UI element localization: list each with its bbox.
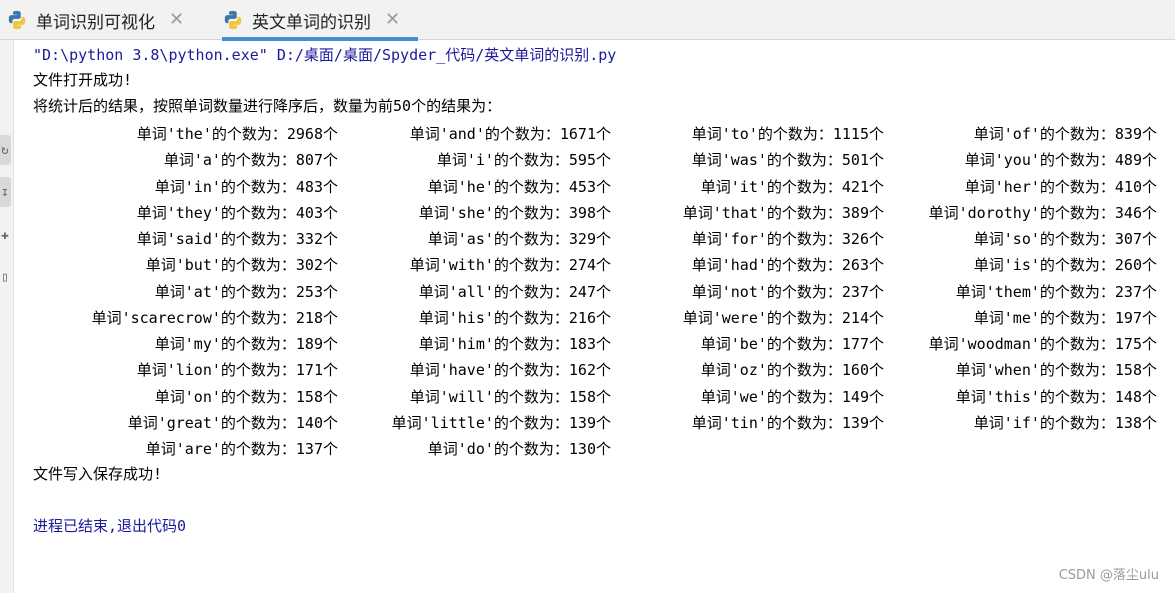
result-row: 单词'are'的个数为：137个 单词'do'的个数为：130个 xyxy=(33,436,1133,462)
word-count-result: 单词'dorothy'的个数为：346个 xyxy=(928,203,1157,222)
word-count-result: 单词'them'的个数为：237个 xyxy=(955,282,1157,301)
word-count-result: 单词'that'的个数为：389个 xyxy=(682,203,884,222)
word-count-result: 单词'the'的个数为：2968个 xyxy=(136,125,338,143)
watermark: CSDN @落尘ulu xyxy=(1058,568,1159,583)
word-count-result: 单词'have'的个数为：162个 xyxy=(409,361,611,380)
word-count-result: 单词'will'的个数为：158个 xyxy=(409,387,611,406)
word-count-result: 单词'do'的个数为：130个 xyxy=(427,440,611,458)
result-row: 单词'scarecrow'的个数为：218个 单词'his'的个数为：216个 单词… xyxy=(33,305,1157,331)
result-row: 单词'in'的个数为：483个 单词'he'的个数为：453个 单词'it'的个数为… xyxy=(33,174,1157,200)
word-count-result: 单词'if'的个数为：138个 xyxy=(973,413,1157,432)
word-count-result: 单词'scarecrow'的个数为：218个 xyxy=(91,308,338,327)
pin-icon[interactable]: ✚ xyxy=(0,220,11,250)
word-count-result: 单词'he'的个数为：453个 xyxy=(427,177,611,196)
scroll-to-end-icon[interactable]: ↧ xyxy=(0,177,11,207)
results-intro: 将统计后的结果，按照单词数量进行降序后，数量为前50个的结果为： xyxy=(33,97,502,115)
word-count-result: 单词'are'的个数为：137个 xyxy=(145,440,338,458)
word-count-result: 单词'woodman'的个数为：175个 xyxy=(928,335,1157,353)
word-count-result: 单词'at'的个数为：253个 xyxy=(154,282,338,301)
word-count-result: 单词'this'的个数为：148个 xyxy=(955,387,1157,406)
result-row: 单词'said'的个数为：332个 单词'as'的个数为：329个 单词'for'的… xyxy=(33,226,1157,252)
word-count-result: 单词'and'的个数为：1671个 xyxy=(409,125,611,143)
close-icon[interactable]: ✕ xyxy=(385,11,400,29)
word-count-result: 单词'all'的个数为：247个 xyxy=(418,282,611,301)
word-count-result: 单词'you'的个数为：489个 xyxy=(964,151,1157,170)
word-count-result: 单词'be'的个数为：177个 xyxy=(700,335,884,353)
word-count-result: 单词'i'的个数为：595个 xyxy=(436,151,611,170)
result-row: 单词'my'的个数为：189个 单词'him'的个数为：183个 单词'be'的个数… xyxy=(33,331,1157,357)
word-count-result: 单词'but'的个数为：302个 xyxy=(145,256,338,275)
word-count-result: 单词'in'的个数为：483个 xyxy=(154,177,338,196)
delete-icon[interactable]: ▯ xyxy=(0,262,11,292)
word-count-result: 单词'little'的个数为：139个 xyxy=(391,413,611,432)
result-row: 单词'lion'的个数为：171个 单词'have'的个数为：162个 单词'oz'… xyxy=(33,357,1157,383)
word-count-result: 单词'not'的个数为：237个 xyxy=(691,282,884,301)
word-count-result: 单词'when'的个数为：158个 xyxy=(955,361,1157,380)
word-count-result: 单词'it'的个数为：421个 xyxy=(700,177,884,196)
save-success-message: 文件写入保存成功! xyxy=(33,465,163,483)
word-count-result: 单词'to'的个数为：1115个 xyxy=(691,125,884,143)
rerun-icon[interactable]: ↻ xyxy=(0,135,11,165)
word-count-result: 单词'was'的个数为：501个 xyxy=(691,151,884,170)
word-count-result: 单词'they'的个数为：403个 xyxy=(136,203,338,222)
result-row: 单词'they'的个数为：403个 单词'she'的个数为：398个 单词'that… xyxy=(33,200,1157,226)
word-count-result: 单词'my'的个数为：189个 xyxy=(154,335,338,353)
result-row: 单词'but'的个数为：302个 单词'with'的个数为：274个 单词'had'… xyxy=(33,252,1157,278)
tab-word-recognition-visualization[interactable]: 单词识别可视化 ✕ xyxy=(6,0,196,40)
word-count-result: 单词'tin'的个数为：139个 xyxy=(691,413,884,432)
editor-tab-bar: 单词识别可视化 ✕ 英文单词的识别 ✕ xyxy=(0,0,1175,41)
word-count-result: 单词'had'的个数为：263个 xyxy=(691,256,884,275)
process-exit-message: 进程已结束,退出代码0 xyxy=(33,517,187,535)
word-count-result: 单词'for'的个数为：326个 xyxy=(691,230,884,248)
word-count-result: 单词'him'的个数为：183个 xyxy=(418,335,611,353)
tab-label: 单词识别可视化 xyxy=(36,12,155,33)
python-icon xyxy=(8,10,26,30)
word-count-result: 单词'lion'的个数为：171个 xyxy=(136,361,338,380)
tab-label: 英文单词的识别 xyxy=(252,12,371,33)
result-row: 单词'great'的个数为：140个 单词'little'的个数为：139个 单词'… xyxy=(33,410,1157,436)
word-count-result: 单词'on'的个数为：158个 xyxy=(154,387,338,406)
run-toolbar-gutter: ↻ ↧ ✚ ▯ xyxy=(0,40,14,593)
word-count-result: 单词'as'的个数为：329个 xyxy=(427,230,611,248)
result-row: 单词'the'的个数为：2968个 单词'and'的个数为：1671个 单词'to'… xyxy=(33,121,1157,147)
word-count-result: 单词'his'的个数为：216个 xyxy=(418,308,611,327)
word-count-result: 单词'oz'的个数为：160个 xyxy=(700,361,884,380)
word-count-result: 单词'her'的个数为：410个 xyxy=(964,177,1157,196)
word-count-result: 单词'we'的个数为：149个 xyxy=(700,387,884,406)
word-count-result: 单词'great'的个数为：140个 xyxy=(127,413,338,432)
command-line: "D:\python 3.8\python.exe" D:/桌面/桌面/Spyd… xyxy=(33,46,617,64)
close-icon[interactable]: ✕ xyxy=(169,11,184,29)
word-count-result: 单词'me'的个数为：197个 xyxy=(973,308,1157,327)
word-count-result: 单词'she'的个数为：398个 xyxy=(418,203,611,222)
python-icon xyxy=(224,10,242,30)
tab-english-word-recognition[interactable]: 英文单词的识别 ✕ xyxy=(222,0,418,41)
word-count-result: 单词'of'的个数为：839个 xyxy=(973,125,1157,143)
word-count-result: 单词'with'的个数为：274个 xyxy=(409,256,611,275)
word-count-result: 单词'said'的个数为：332个 xyxy=(136,230,338,248)
word-count-result: 单词'is'的个数为：260个 xyxy=(973,256,1157,275)
open-success-message: 文件打开成功! xyxy=(33,71,133,89)
word-count-result: 单词'a'的个数为：807个 xyxy=(163,151,338,170)
word-count-result: 单词'were'的个数为：214个 xyxy=(682,308,884,327)
result-row: 单词'a'的个数为：807个 单词'i'的个数为：595个 单词'was'的个数为：… xyxy=(33,147,1157,173)
result-row: 单词'at'的个数为：253个 单词'all'的个数为：247个 单词'not'的个… xyxy=(33,279,1157,305)
result-row: 单词'on'的个数为：158个 单词'will'的个数为：158个 单词'we'的个… xyxy=(33,384,1157,410)
word-count-result: 单词'so'的个数为：307个 xyxy=(973,230,1157,248)
